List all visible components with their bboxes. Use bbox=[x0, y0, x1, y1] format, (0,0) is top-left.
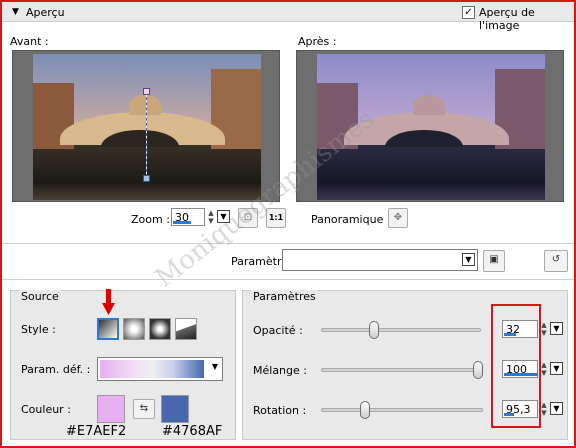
rotation-slider-thumb[interactable] bbox=[360, 401, 370, 419]
reset-icon[interactable]: ↺ bbox=[544, 250, 568, 272]
color1-hex: #E7AEF2 bbox=[66, 424, 127, 439]
style-rectangular-button[interactable] bbox=[123, 318, 145, 340]
source-group: Source Style : Param. déf. : ▼ Couleur :… bbox=[10, 289, 236, 440]
opacity-label: Opacité : bbox=[253, 324, 303, 337]
before-photo bbox=[33, 54, 261, 200]
zoom-label: Zoom : bbox=[131, 213, 170, 226]
rotation-dropdown-icon[interactable]: ▼ bbox=[550, 402, 563, 415]
style-linear-button[interactable] bbox=[97, 318, 119, 340]
zoom-input[interactable]: 30 bbox=[171, 208, 205, 226]
preview-section-title: Aperçu bbox=[26, 6, 65, 19]
gradient-start-handle[interactable] bbox=[143, 88, 150, 95]
style-radial-button[interactable] bbox=[149, 318, 171, 340]
red-arrow-annotation-icon bbox=[102, 289, 115, 315]
before-preview[interactable] bbox=[12, 50, 280, 202]
preview-header: ▼ Aperçu ✓ Aperçu de l'image bbox=[2, 2, 574, 32]
swap-colors-icon[interactable]: ⇆ bbox=[133, 399, 155, 419]
gradient-preset-combo[interactable]: ▼ bbox=[97, 357, 223, 381]
gradient-dropdown-icon[interactable]: ▼ bbox=[212, 362, 218, 371]
style-label: Style : bbox=[21, 323, 56, 336]
style-sunburst-button[interactable] bbox=[175, 318, 197, 340]
gradient-end-handle[interactable] bbox=[143, 175, 150, 182]
red-highlight-annotation bbox=[491, 304, 541, 428]
opacity-slider-thumb[interactable] bbox=[369, 321, 379, 339]
presets-combo[interactable]: ▼ bbox=[282, 249, 478, 271]
rotation-slider-track[interactable] bbox=[321, 408, 483, 412]
gradient-guide-line bbox=[146, 92, 147, 177]
collapse-triangle-icon[interactable]: ▼ bbox=[12, 7, 19, 17]
color2-swatch[interactable] bbox=[161, 395, 189, 423]
opacity-dropdown-icon[interactable]: ▼ bbox=[550, 322, 563, 335]
opacity-slider-track[interactable] bbox=[321, 328, 481, 332]
blend-dropdown-icon[interactable]: ▼ bbox=[550, 362, 563, 375]
preview-checkbox[interactable]: ✓ bbox=[462, 6, 475, 19]
divider bbox=[2, 279, 574, 280]
blend-slider-thumb[interactable] bbox=[473, 361, 483, 379]
blend-slider-track[interactable] bbox=[321, 368, 483, 372]
preview-checkbox-label: Aperçu de l'image bbox=[479, 6, 535, 32]
source-group-title: Source bbox=[19, 290, 61, 303]
color1-swatch[interactable] bbox=[97, 395, 125, 423]
before-label: Avant : bbox=[10, 35, 49, 48]
after-label: Après : bbox=[298, 35, 337, 48]
gradient-swatch bbox=[100, 360, 204, 378]
couleur-label: Couleur : bbox=[21, 403, 71, 416]
panoramique-label: Panoramique : bbox=[311, 213, 391, 226]
parametres-group-title: Paramètres bbox=[251, 290, 318, 303]
blend-label: Mélange : bbox=[253, 364, 307, 377]
divider bbox=[2, 243, 574, 244]
save-preset-icon[interactable]: ▣ bbox=[483, 250, 505, 272]
param-def-label: Param. déf. : bbox=[21, 363, 91, 376]
pan-button[interactable]: ✥ bbox=[388, 208, 408, 228]
color2-hex: #4768AF bbox=[162, 424, 223, 439]
presets-dropdown-icon[interactable]: ▼ bbox=[462, 253, 475, 266]
rotation-label: Rotation : bbox=[253, 404, 307, 417]
